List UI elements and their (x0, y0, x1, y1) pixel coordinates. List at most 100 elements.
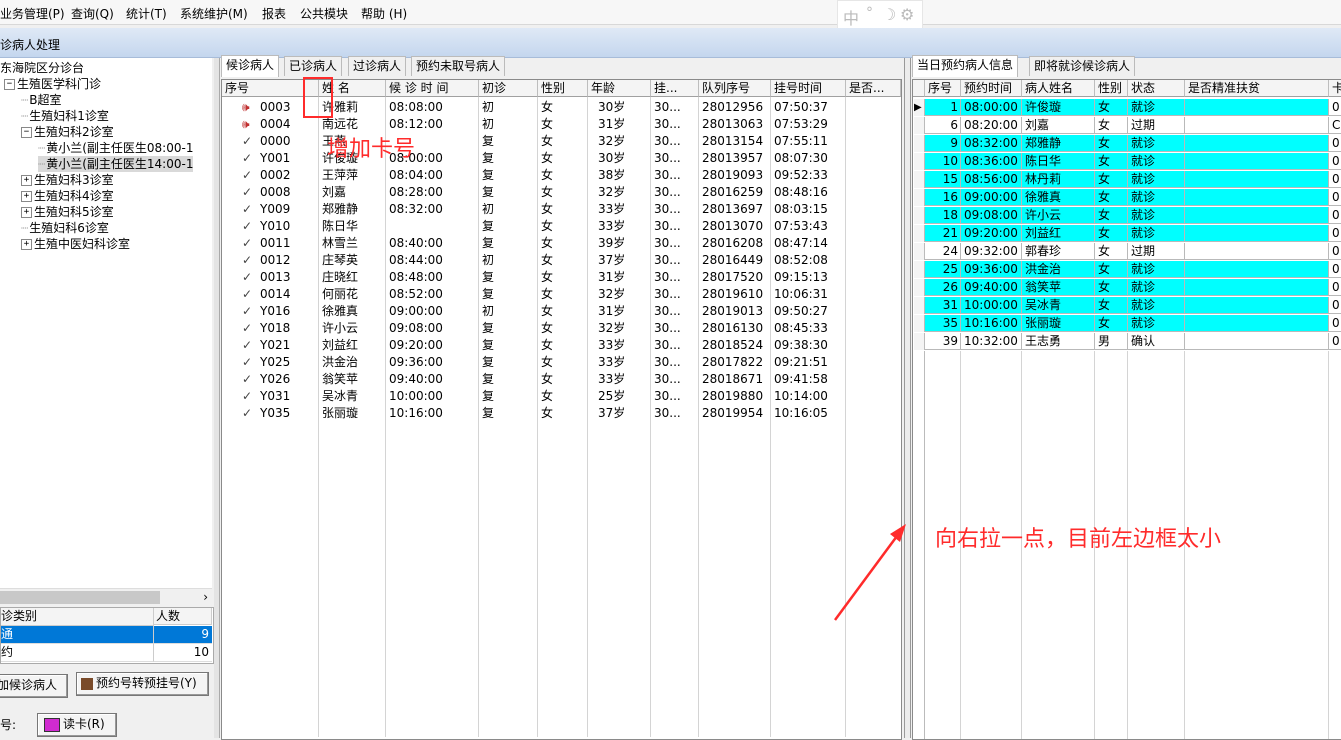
cell-age: 32岁 (598, 321, 626, 335)
table-row[interactable]: ✓ 0011 林雪兰 08:40:00 复 女 39岁 30... 28016208 08:47:… (222, 235, 901, 252)
tab-today-reservations[interactable]: 当日预约病人信息 (912, 55, 1019, 77)
table-row[interactable]: 2509:36:00洪金治女就诊 0: (913, 261, 1341, 278)
table-row[interactable]: ✓ Y009 郑雅静 08:32:00 初 女 33岁 30... 28013697 08:03:… (222, 201, 901, 218)
collapse-icon[interactable]: − (4, 79, 15, 90)
table-row[interactable]: ✓ 0012 庄琴英 08:44:00 初 女 37岁 30... 28016449 08:52:… (222, 252, 901, 269)
tree-node[interactable]: + 生殖妇科4诊室 (21, 188, 114, 204)
tree-node[interactable]: ┈生殖妇科1诊室 (21, 108, 109, 124)
table-row[interactable]: 26 09:40:00 翁笑苹女就诊 0 (913, 279, 1341, 296)
tab-waiting[interactable]: 候诊病人 (221, 55, 280, 77)
type-cell[interactable]: 通 (1, 626, 154, 644)
ime-toolbar[interactable]: 中 ° ☽ ⚙ (837, 0, 923, 30)
table-row[interactable]: ✓ Y016 徐雅真 09:00:00 初 女 31岁 30... 28019013 09:50:… (222, 303, 901, 320)
tree-hscrollbar[interactable]: › (0, 588, 212, 606)
tree-node[interactable]: ┈黄小兰(副主任医生14:00-1 (38, 156, 194, 172)
table-row[interactable]: 608:20:00刘嘉女过期 C: (913, 117, 1341, 134)
panel-splitter[interactable] (904, 58, 911, 738)
column-header[interactable]: 序号 (925, 80, 961, 97)
count-cell[interactable]: 9 (154, 626, 212, 644)
table-row[interactable]: 24 09:32:00 郭春珍女过期 0 (913, 243, 1341, 260)
tree-node[interactable]: ┈黄小兰(副主任医生08:00-1 (38, 140, 193, 156)
table-row[interactable]: ✓ Y026 翁笑苹 09:40:00 复 女 33岁 30... 28018671 09:41:… (222, 371, 901, 388)
table-row[interactable]: ✓ 0002 王萍萍 08:04:00 复 女 38岁 30... 28019093 09:52:… (222, 167, 901, 184)
tab-passed[interactable]: 过诊病人 (348, 56, 407, 76)
menu-maintenance[interactable]: 系统维护(M) (180, 5, 248, 22)
ime-punct-icon[interactable]: ° (866, 5, 873, 21)
count-cell[interactable]: 10 (154, 644, 212, 662)
table-row[interactable]: 16 09:00:00 徐雅真女就诊 0 (913, 189, 1341, 206)
tree-hscroll-thumb[interactable] (0, 591, 160, 604)
table-row[interactable]: ✓ 0008 刘嘉 08:28:00 复 女 32岁 30... 28016259 08:48:1… (222, 184, 901, 201)
type-cell[interactable]: 约 (1, 644, 154, 662)
tree-node[interactable]: ┈B超室 (21, 92, 61, 108)
ime-lang-icon[interactable]: 中 (843, 5, 859, 29)
tree-node[interactable]: + 生殖妇科3诊室 (21, 172, 114, 188)
table-row[interactable]: ✓ Y021 刘益红 09:20:00 复 女 33岁 30... 28018524 09:38:… (222, 337, 901, 354)
table-row[interactable]: 15 08:56:00 林丹莉女就诊 0 (913, 171, 1341, 188)
expand-icon[interactable]: + (21, 191, 32, 202)
column-header[interactable]: 初诊 (479, 80, 538, 97)
tree-node[interactable]: + 生殖妇科5诊室 (21, 204, 114, 220)
menu-help[interactable]: 帮助 (H) (361, 5, 407, 22)
menu-stats[interactable]: 统计(T) (126, 5, 167, 22)
menu-public[interactable]: 公共模块 (300, 5, 348, 22)
read-card-button[interactable]: 读卡(R) (37, 713, 117, 737)
column-header[interactable]: 挂号时间 (771, 80, 846, 97)
tree-node[interactable]: ┈生殖妇科6诊室 (21, 220, 109, 236)
table-row[interactable]: ✓ 0014 何丽花 08:52:00 复 女 32岁 30... 28019610 10:06:… (222, 286, 901, 303)
column-header[interactable]: 候 诊 时 间 (386, 80, 479, 97)
scroll-right-icon[interactable]: › (203, 590, 208, 604)
collapse-icon[interactable]: − (21, 127, 32, 138)
table-row[interactable]: ✓ Y031 吴冰青 10:00:00 复 女 25岁 30... 28019880 10:14:… (222, 388, 901, 405)
menu-report[interactable]: 报表 (262, 5, 286, 22)
table-row[interactable]: 3110:00:00吴冰青女就诊 0: (913, 297, 1341, 314)
table-row[interactable]: 10 08:36:00 陈日华女就诊 0 (913, 153, 1341, 170)
add-waiting-button[interactable]: 加候诊病人 (0, 674, 68, 698)
expand-icon[interactable]: + (21, 175, 32, 186)
table-row[interactable]: 39 10:32:00 王志勇男确认 0 (913, 333, 1341, 350)
table-row[interactable]: 9 08:32:00 郑雅静女就诊 0 (913, 135, 1341, 152)
column-header[interactable]: 预约时间 (961, 80, 1022, 97)
convert-reservation-button[interactable]: 预约号转预挂号(Y) (76, 672, 209, 696)
tab-reserved-not-taken[interactable]: 预约未取号病人 (411, 56, 506, 76)
menu-query[interactable]: 查询(Q) (71, 5, 114, 22)
column-header[interactable]: 队列序号 (699, 80, 771, 97)
column-header[interactable]: 挂... (651, 80, 699, 97)
cell-card: 0 (1329, 171, 1341, 188)
tree-node[interactable]: + 生殖中医妇科诊室 (21, 236, 130, 252)
table-row[interactable]: ✓ Y025 洪金治 09:36:00 复 女 33岁 30... 28017822 09:21:… (222, 354, 901, 371)
tree-node[interactable]: − 生殖妇科2诊室 (21, 124, 114, 140)
table-row[interactable]: ✓ Y001 许俊璇 08:00:00 复女 30岁 30... 28013957 08:07:… (222, 150, 901, 167)
column-header[interactable]: 病人姓名 (1022, 80, 1095, 97)
column-header[interactable]: 年龄 (588, 80, 651, 97)
column-header[interactable]: 卡 (1329, 80, 1341, 97)
cell-g: 30... (654, 202, 681, 216)
table-row[interactable]: ✓ Y010 陈日华 复 女 33岁 30... 28013070 07:53:43 (222, 218, 901, 235)
column-header[interactable]: 状态 (1128, 80, 1185, 97)
left-splitter[interactable] (214, 58, 220, 738)
column-header[interactable]: 性别 (538, 80, 588, 97)
table-row[interactable]: ▶ 1 08:00:00 许俊璇女就诊 0 (913, 99, 1341, 116)
ime-moon-icon[interactable]: ☽ (882, 5, 896, 24)
table-row[interactable]: ✓ 0000 王燕复女 32岁 30... 28013154 07:55:11 (222, 133, 901, 150)
tree-connector-icon: ┈ (21, 93, 29, 107)
column-header[interactable]: 是否精准扶贫 (1185, 80, 1329, 97)
patient-tabs: 候诊病人 已诊病人 过诊病人 预约未取号病人 (221, 55, 901, 78)
expand-icon[interactable]: + (21, 239, 32, 250)
table-row[interactable]: ✓ Y035 张丽璇 10:16:00 复 女 37岁 30... 28019954 10:16:… (222, 405, 901, 422)
table-row[interactable]: 35 10:16:00 张丽璇女就诊 0 (913, 315, 1341, 332)
tree-node[interactable]: − 生殖医学科门诊 (4, 76, 101, 92)
tree-root[interactable]: 东海院区分诊台 (0, 60, 84, 76)
expand-icon[interactable]: + (21, 207, 32, 218)
menu-business[interactable]: 业务管理(P) (0, 5, 65, 22)
column-header[interactable]: 性别 (1095, 80, 1128, 97)
table-row[interactable]: ✓ Y018 许小云 09:08:00 复 女 32岁 30... 28016130 08:45:… (222, 320, 901, 337)
tab-seen[interactable]: 已诊病人 (284, 56, 343, 76)
table-row[interactable]: ✓ 0013 庄晓红 08:48:00 复 女 31岁 30... 28017520 09:15:… (222, 269, 901, 286)
table-row[interactable]: 18 09:08:00 许小云女就诊 0 (913, 207, 1341, 224)
column-header[interactable]: 是否... (846, 80, 901, 97)
table-row[interactable]: 🕪 0004 南远花 08:12:00 初女 31岁 30... 28013063 07:53:… (222, 116, 901, 133)
ime-gear-icon[interactable]: ⚙ (900, 5, 914, 24)
table-row[interactable]: 21 09:20:00 刘益红女就诊 0 (913, 225, 1341, 242)
tab-upcoming-patients[interactable]: 即将就诊候诊病人 (1029, 56, 1136, 76)
